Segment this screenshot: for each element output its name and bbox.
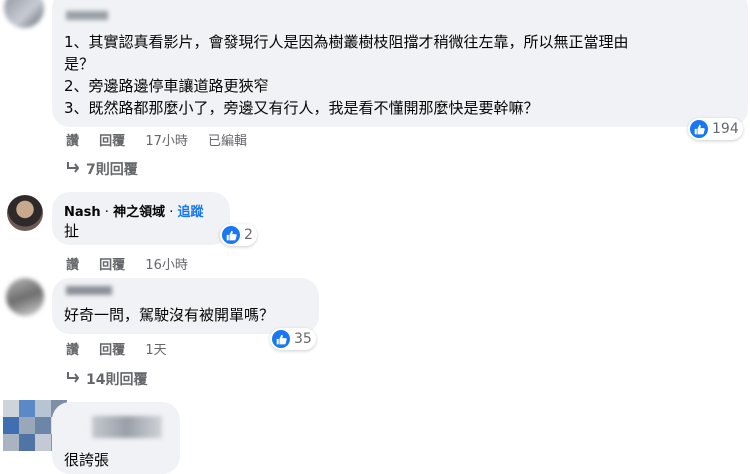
comment-text: 很誇張 [64, 451, 110, 469]
reply-button[interactable]: 回覆 [99, 339, 125, 358]
replies-count-label: 14則回覆 [86, 372, 148, 388]
comment-header: Nash · 神之領域 · 追蹤 [64, 205, 204, 220]
commenter-avatar[interactable] [6, 278, 44, 316]
comment-line: 2、旁邊路邊停車讓道路更狹窄 [64, 77, 269, 95]
commenter-name-redacted [66, 11, 108, 20]
comment-line: 3、既然路都那麼小了，旁邊又有行人，我是看不懂開那麼快是要幹嘛？ [64, 99, 539, 117]
replies-count-label: 7則回覆 [86, 162, 138, 178]
follow-button[interactable]: 追蹤 [177, 205, 203, 220]
reaction-count: 2 [244, 227, 253, 243]
commenter-name-suffix[interactable]: 神之領域 [113, 205, 165, 220]
commenter-name-redacted [66, 286, 112, 295]
commenter-avatar[interactable] [4, 0, 44, 28]
thumbs-up-icon [222, 226, 240, 244]
reaction-count: 35 [294, 331, 312, 347]
comment-actions: 讚 回覆 16小時 [66, 254, 204, 273]
reaction-count-badge[interactable]: 2 [220, 224, 257, 246]
comment-text: 好奇一問，駕駛沒有被開單嗎？ [64, 306, 275, 324]
view-replies-button[interactable]: 7則回覆 [66, 159, 138, 179]
timestamp[interactable]: 17小時 [145, 130, 188, 149]
commenter-avatar[interactable] [7, 195, 43, 231]
comment-line: 是？ [64, 55, 95, 73]
comment-actions: 讚 回覆 1天 [66, 339, 183, 358]
thumbs-up-icon [272, 330, 290, 348]
reaction-count-badge[interactable]: 35 [270, 328, 316, 350]
view-replies-button[interactable]: 14則回覆 [66, 369, 147, 389]
like-button[interactable]: 讚 [66, 254, 79, 273]
comment-actions: 讚 回覆 17小時 已編輯 [66, 130, 263, 149]
like-button[interactable]: 讚 [66, 130, 79, 149]
comment-text: 扯 [64, 222, 80, 240]
commenter-name[interactable]: Nash [64, 205, 101, 220]
reaction-count-badge[interactable]: 194 [688, 118, 743, 140]
commenter-name-redacted [92, 416, 162, 438]
reaction-count: 194 [712, 121, 739, 137]
reply-arrow-icon [66, 371, 80, 387]
edited-label: 已編輯 [208, 134, 248, 149]
timestamp[interactable]: 16小時 [145, 254, 188, 273]
reply-arrow-icon [66, 161, 80, 177]
like-button[interactable]: 讚 [66, 339, 79, 358]
comment-line: 1、其實認真看影片，會發現行人是因為樹叢樹枝阻擋才稍微往左靠，所以無正當理由 [64, 33, 629, 51]
thumbs-up-icon [690, 120, 708, 138]
reply-button[interactable]: 回覆 [99, 254, 125, 273]
reply-button[interactable]: 回覆 [99, 130, 125, 149]
timestamp[interactable]: 1天 [145, 339, 166, 358]
